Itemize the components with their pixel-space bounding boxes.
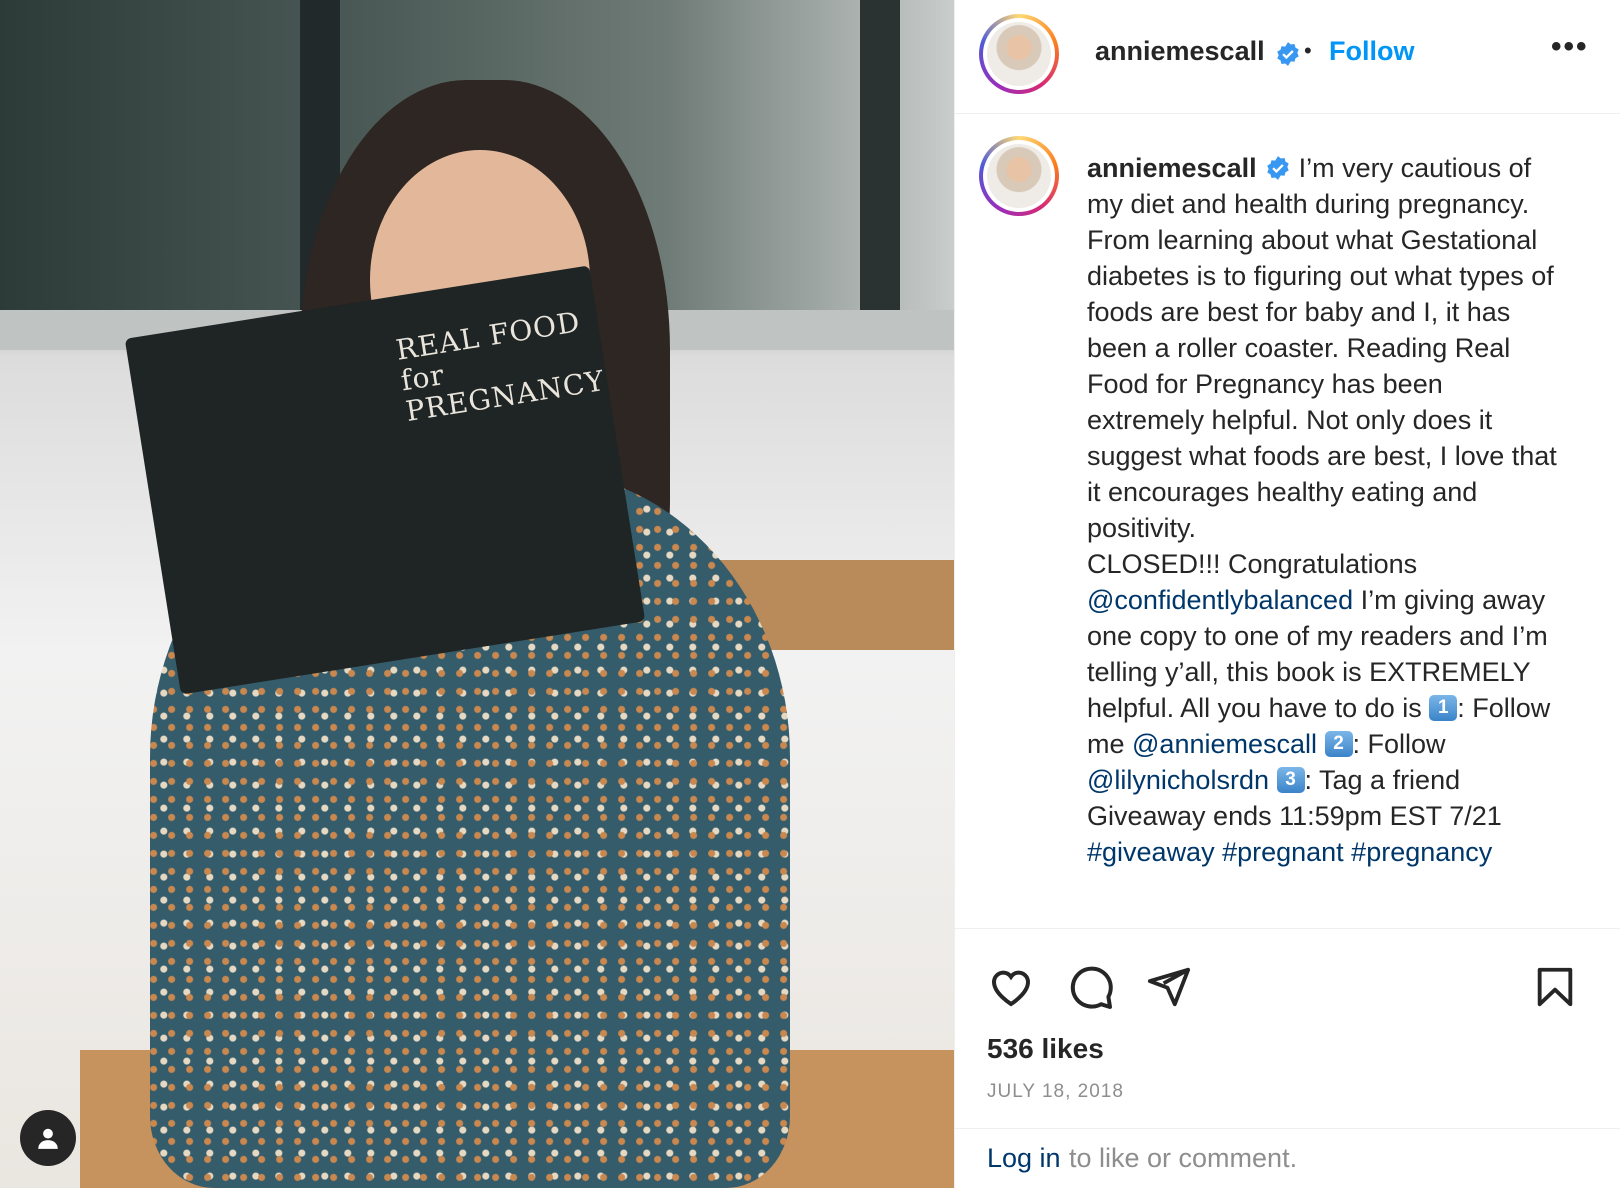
hashtags[interactable]: #giveaway #pregnant #pregnancy [1087, 837, 1492, 867]
post-date[interactable]: JULY 18, 2018 [987, 1081, 1124, 1103]
comment-icon [1070, 966, 1113, 1009]
follow-button[interactable]: Follow [1329, 36, 1414, 67]
tagged-user-button[interactable] [20, 1110, 76, 1166]
verified-badge-icon [1266, 155, 1289, 180]
share-icon [1147, 967, 1191, 1007]
login-bar: Log in to like or comment. [955, 1128, 1620, 1188]
mention-link[interactable]: @lilynicholsrdn [1087, 765, 1269, 795]
heart-icon [991, 970, 1031, 1007]
caption-body-6: : Tag a friend [1304, 765, 1461, 795]
bookmark-icon [1537, 967, 1573, 1007]
caption-body-1: I’m very cautious of my diet and health … [1087, 153, 1557, 543]
post-image[interactable]: REAL FOOD for PREGNANCY [0, 0, 954, 1188]
mention-link[interactable]: @confidentlybalanced [1087, 585, 1353, 615]
like-button[interactable] [985, 961, 1037, 1013]
comment-button[interactable] [1065, 961, 1117, 1013]
profile-avatar[interactable] [979, 14, 1059, 94]
post-side-panel: anniemescall • Follow ••• anniemescall I… [954, 0, 1620, 1188]
header-username-wrap: anniemescall [1095, 36, 1301, 67]
caption-username[interactable]: anniemescall [1087, 153, 1257, 183]
login-link[interactable]: Log in [987, 1143, 1061, 1174]
verified-badge-icon [1277, 41, 1299, 66]
keycap-2-icon: 2 [1324, 730, 1353, 757]
caption-body-2: CLOSED!!! Congratulations [1087, 549, 1418, 579]
caption-area: anniemescall I’m very cautious of my die… [955, 114, 1620, 928]
header-separator: • [1304, 38, 1312, 63]
caption-body-7: Giveaway ends 11:59pm EST 7/21 [1087, 801, 1502, 831]
keycap-1-icon: 1 [1429, 694, 1458, 721]
like-count[interactable]: 536 likes [987, 1033, 1104, 1065]
user-icon [38, 1128, 58, 1149]
post-header: anniemescall • Follow ••• [955, 0, 1620, 114]
more-options-icon[interactable]: ••• [1551, 30, 1589, 64]
save-button[interactable] [1529, 961, 1581, 1013]
caption-text: anniemescall I’m very cautious of my die… [1087, 150, 1557, 870]
post-actions: 536 likes JULY 18, 2018 [955, 928, 1620, 1128]
keycap-3-icon: 3 [1276, 766, 1305, 793]
caption-avatar[interactable] [979, 136, 1059, 216]
share-button[interactable] [1143, 961, 1195, 1013]
caption-body-5: : Follow [1352, 729, 1446, 759]
mention-link[interactable]: @anniemescall [1132, 729, 1317, 759]
login-prompt-text: to like or comment. [1069, 1143, 1298, 1173]
header-username[interactable]: anniemescall [1095, 36, 1265, 66]
window-frame [860, 0, 900, 330]
